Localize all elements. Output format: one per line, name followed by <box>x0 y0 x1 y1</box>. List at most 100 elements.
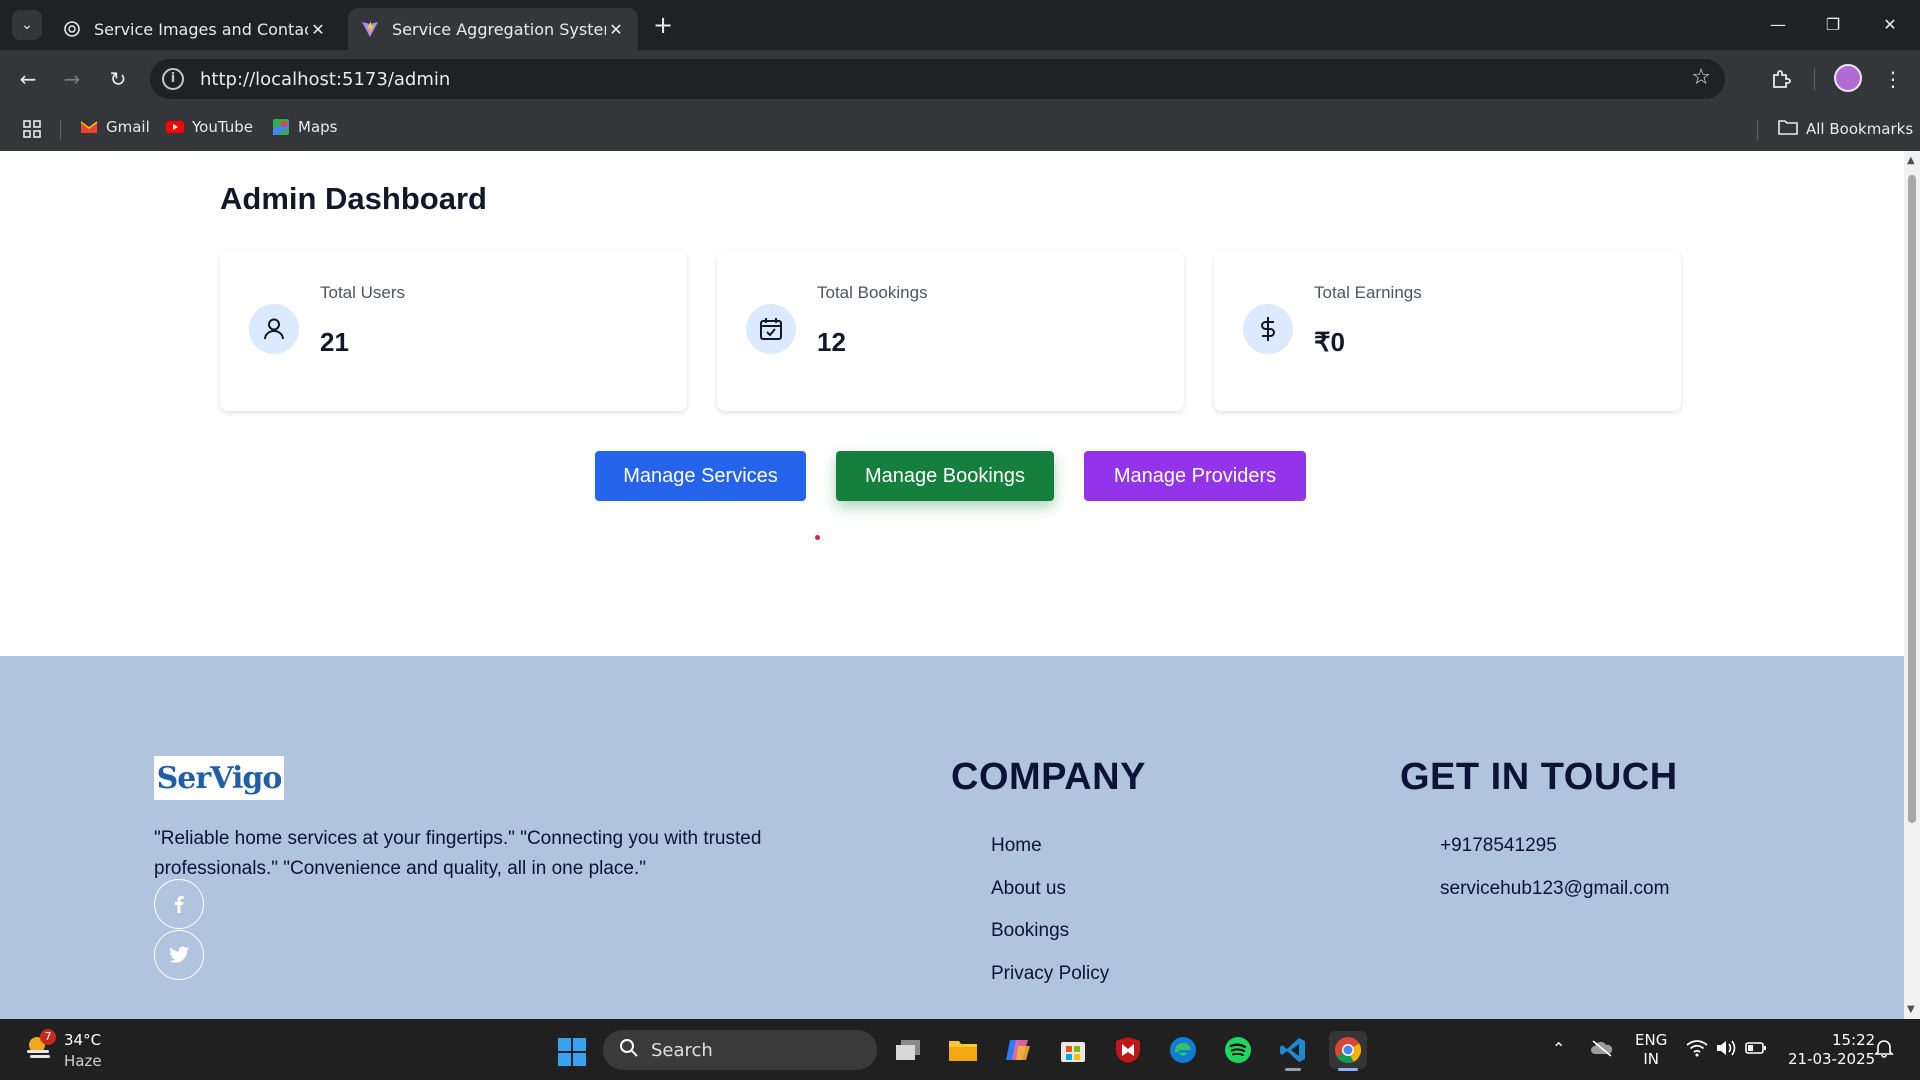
twitter-icon[interactable] <box>154 930 204 980</box>
file-explorer-icon[interactable] <box>944 1031 982 1069</box>
bookmark-youtube[interactable]: YouTube <box>166 118 253 136</box>
manage-providers-button[interactable]: Manage Providers <box>1084 451 1306 501</box>
tab-title: Service Images and Contact <box>94 19 308 39</box>
close-tab-icon[interactable]: ✕ <box>606 20 626 39</box>
wifi-icon[interactable] <box>1686 1039 1708 1061</box>
spotify-icon[interactable] <box>1219 1031 1257 1069</box>
contact-heading: GET IN TOUCH <box>1400 756 1678 798</box>
active-indicator <box>1338 1068 1358 1071</box>
running-indicator <box>1285 1068 1301 1071</box>
tab-title: Service Aggregation System <box>392 19 606 39</box>
contact-phone: +9178541295 <box>1440 835 1557 856</box>
browser-toolbar: ← → ↻ i http://localhost:5173/admin ☆ ⋮ <box>0 50 1920 108</box>
tab-bar: ⌄ Service Images and Contact ✕ Service A… <box>0 0 1920 50</box>
search-label: Search <box>651 1039 713 1061</box>
company-heading: COMPANY <box>951 756 1146 798</box>
tab-search-button[interactable]: ⌄ <box>12 10 42 40</box>
bookmarks-bar: Gmail YouTube Maps All Bookmarks <box>0 108 1920 151</box>
stat-label: Total Earnings <box>1314 283 1422 302</box>
extensions-icon[interactable] <box>1766 64 1796 94</box>
reload-icon[interactable]: ↻ <box>103 64 133 94</box>
taskbar-clock[interactable]: 15:22 21-03-2025 <box>1788 1031 1875 1069</box>
all-bookmarks-label: All Bookmarks <box>1806 120 1914 138</box>
address-bar[interactable]: i http://localhost:5173/admin ☆ <box>150 59 1725 99</box>
task-view-icon[interactable] <box>889 1031 927 1069</box>
toolbar-separator <box>1814 68 1815 90</box>
loading-dot <box>815 535 820 540</box>
clock-time: 15:22 <box>1831 1031 1876 1049</box>
restore-icon[interactable]: ❐ <box>1813 10 1853 40</box>
stat-card-earnings: Total Earnings ₹0 <box>1214 251 1681 411</box>
bookmark-star-icon[interactable]: ☆ <box>1691 65 1711 90</box>
profile-avatar[interactable] <box>1834 64 1862 92</box>
footer-tagline: "Reliable home services at your fingerti… <box>154 828 762 879</box>
menu-kebab-icon[interactable]: ⋮ <box>1878 64 1908 94</box>
close-tab-icon[interactable]: ✕ <box>308 20 328 39</box>
manage-services-button[interactable]: Manage Services <box>595 451 806 501</box>
taskbar-search[interactable]: Search <box>603 1030 877 1070</box>
tab-service-aggregation[interactable]: Service Aggregation System ✕ <box>348 8 638 50</box>
youtube-icon <box>166 118 184 136</box>
notifications-icon[interactable] <box>1874 1038 1894 1062</box>
stat-label: Total Bookings <box>817 283 928 302</box>
copilot-icon[interactable] <box>999 1031 1037 1069</box>
folder-icon <box>1778 118 1798 140</box>
forward-icon[interactable]: → <box>57 64 87 94</box>
weather-temp: 34°C <box>64 1031 102 1049</box>
scroll-down-icon[interactable]: ▼ <box>1907 1004 1915 1015</box>
clock-date: 21-03-2025 <box>1788 1050 1876 1068</box>
vscode-icon[interactable] <box>1274 1031 1312 1071</box>
back-icon[interactable]: ← <box>13 64 43 94</box>
stat-value: ₹0 <box>1314 327 1346 357</box>
site-footer: SerVigo "Reliable home services at your … <box>0 656 1904 1019</box>
onedrive-offline-icon[interactable] <box>1590 1039 1614 1061</box>
stat-value: 21 <box>320 327 349 357</box>
scroll-thumb[interactable] <box>1908 175 1916 823</box>
bookmarks-separator <box>60 120 61 140</box>
bookmark-label: Maps <box>298 118 338 136</box>
footer-link-privacy[interactable]: Privacy Policy <box>991 963 1109 985</box>
facebook-icon[interactable] <box>154 879 204 929</box>
maps-icon <box>272 118 290 136</box>
page-title: Admin Dashboard <box>220 181 487 216</box>
stat-value: 12 <box>817 327 846 357</box>
windows-taskbar: 7 34°C Haze Search ⌃ ENG IN 15:22 21-03-… <box>0 1019 1920 1080</box>
minimize-icon[interactable]: — <box>1758 10 1798 40</box>
mcafee-icon[interactable] <box>1109 1031 1147 1069</box>
weather-badge: 7 <box>40 1029 56 1045</box>
url-text: http://localhost:5173/admin <box>200 68 451 90</box>
new-tab-button[interactable]: + <box>650 12 676 38</box>
language-indicator[interactable]: ENG IN <box>1635 1031 1667 1069</box>
manage-bookings-button[interactable]: Manage Bookings <box>836 451 1054 501</box>
brand-logo[interactable]: SerVigo <box>154 756 284 800</box>
contact-email: servicehub123@gmail.com <box>1440 878 1670 899</box>
volume-icon[interactable] <box>1715 1039 1737 1061</box>
footer-link-bookings[interactable]: Bookings <box>991 920 1069 942</box>
microsoft-store-icon[interactable] <box>1054 1031 1092 1069</box>
tab-service-images[interactable]: Service Images and Contact ✕ <box>50 8 340 50</box>
windows-start-icon[interactable] <box>557 1037 587 1067</box>
footer-link-home[interactable]: Home <box>991 835 1042 857</box>
bookmark-maps[interactable]: Maps <box>272 118 337 136</box>
all-bookmarks[interactable]: All Bookmarks <box>1778 118 1913 140</box>
edge-icon[interactable] <box>1164 1031 1202 1069</box>
chrome-icon[interactable] <box>1329 1031 1367 1071</box>
vite-icon <box>360 19 380 39</box>
openai-icon <box>62 19 82 39</box>
close-window-icon[interactable]: ✕ <box>1870 10 1910 40</box>
scroll-up-icon[interactable]: ▲ <box>1907 155 1915 166</box>
apps-grid-icon[interactable] <box>22 119 42 139</box>
battery-icon[interactable] <box>1745 1039 1767 1061</box>
user-icon <box>249 304 299 354</box>
bookmark-gmail[interactable]: Gmail <box>80 118 150 136</box>
bookmark-label: Gmail <box>106 118 150 136</box>
bookmarks-separator <box>1757 120 1758 140</box>
footer-link-about[interactable]: About us <box>991 878 1066 900</box>
show-hidden-icons[interactable]: ⌃ <box>1552 1039 1565 1058</box>
page-viewport: Admin Dashboard Total Users 21 Total Boo… <box>0 151 1904 1019</box>
calendar-check-icon <box>746 304 796 354</box>
site-info-icon[interactable]: i <box>162 68 184 90</box>
page-scrollbar[interactable]: ▲ ▼ <box>1904 151 1920 1019</box>
stat-card-bookings: Total Bookings 12 <box>717 251 1184 411</box>
bookmark-label: YouTube <box>192 118 253 136</box>
